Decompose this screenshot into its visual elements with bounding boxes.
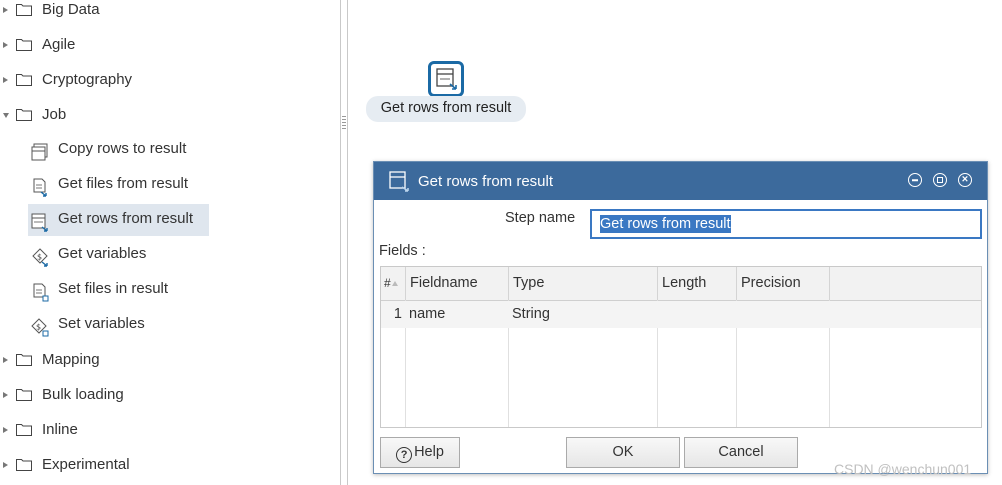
- tree-category-experimental[interactable]: Experimental: [0, 448, 330, 482]
- collapse-arrow-icon[interactable]: [3, 113, 9, 118]
- maximize-icon: [937, 177, 943, 183]
- dialog-title: Get rows from result: [418, 173, 554, 190]
- table-header: # Fieldname Type Length Precision: [381, 267, 981, 301]
- folder-icon: [16, 459, 32, 471]
- step-dialog: Get rows from result × Step name Get row…: [373, 161, 988, 474]
- tree-item-get-rows-from-result[interactable]: Get rows from result: [28, 204, 209, 236]
- tree-item-get-files-from-result[interactable]: Get files from result: [28, 169, 208, 201]
- tree-item-copy-rows-to-result[interactable]: Copy rows to result: [28, 134, 208, 166]
- tree-category-bulk-loading[interactable]: Bulk loading: [0, 378, 330, 412]
- tree-item-get-variables[interactable]: $ Get variables: [28, 239, 208, 271]
- column-header-fieldname[interactable]: Fieldname: [406, 267, 509, 300]
- help-button[interactable]: ? Help: [380, 437, 460, 468]
- tree-category-label: Experimental: [42, 456, 130, 473]
- canvas-step-icon[interactable]: [428, 61, 464, 97]
- tree-category-label: Agile: [42, 36, 76, 53]
- tree-category-label: Job: [42, 106, 67, 123]
- column-header-precision[interactable]: Precision: [737, 267, 830, 300]
- folder-icon: [16, 39, 32, 51]
- get-rows-icon: [389, 171, 409, 192]
- tree-category-label: Big Data: [42, 1, 100, 18]
- expand-arrow-icon[interactable]: [3, 392, 8, 398]
- column-header-label: #: [384, 276, 391, 290]
- tree-category-label: Inline: [42, 421, 78, 438]
- folder-icon: [16, 389, 32, 401]
- fieldname-cell[interactable]: name: [409, 301, 445, 328]
- tree-item-label: Copy rows to result: [58, 140, 187, 157]
- tree-category-job[interactable]: Job: [0, 98, 330, 132]
- set-variables-icon: $: [31, 318, 49, 337]
- tree-item-label: Get variables: [58, 245, 147, 262]
- svg-text:$: $: [36, 323, 41, 332]
- tree-item-set-files-in-result[interactable]: Set files in result: [28, 274, 208, 306]
- table-row[interactable]: 1 name String: [381, 301, 981, 328]
- minimize-icon: [912, 179, 918, 181]
- close-icon: ×: [961, 173, 969, 186]
- expand-arrow-icon[interactable]: [3, 462, 8, 468]
- panel-splitter[interactable]: [340, 0, 348, 485]
- folder-icon: [16, 74, 32, 86]
- folder-icon: [16, 109, 32, 121]
- close-button[interactable]: ×: [958, 173, 972, 187]
- step-palette-tree: Big Data Agile Cryptography Job Copy row…: [0, 0, 338, 485]
- dialog-title-bar[interactable]: Get rows from result ×: [374, 162, 987, 200]
- tree-item-label: Set variables: [58, 315, 145, 332]
- tree-item-label: Set files in result: [58, 280, 169, 297]
- step-name-label: Step name: [505, 210, 576, 226]
- fields-table: # Fieldname Type Length Precision 1 name…: [380, 266, 982, 428]
- cancel-button[interactable]: Cancel: [684, 437, 798, 468]
- tree-item-set-variables[interactable]: $ Set variables: [28, 309, 208, 341]
- expand-arrow-icon[interactable]: [3, 42, 8, 48]
- tree-item-label: Get files from result: [58, 175, 189, 192]
- folder-icon: [16, 354, 32, 366]
- folder-icon: [16, 4, 32, 16]
- tree-category-inline[interactable]: Inline: [0, 413, 330, 447]
- column-header-length[interactable]: Length: [658, 267, 737, 300]
- maximize-button[interactable]: [933, 173, 947, 187]
- watermark: CSDN @wenchun001: [834, 461, 972, 477]
- set-files-icon: [33, 283, 49, 302]
- canvas-step-label[interactable]: Get rows from result: [366, 96, 526, 122]
- folder-icon: [16, 424, 32, 436]
- step-name-value: Get rows from result: [600, 215, 731, 233]
- get-rows-icon: [31, 213, 48, 232]
- get-variables-icon: $: [32, 248, 48, 267]
- help-label: Help: [414, 444, 444, 460]
- expand-arrow-icon[interactable]: [3, 77, 8, 83]
- copy-rows-icon: [31, 143, 48, 161]
- fields-label: Fields :: [379, 243, 426, 259]
- tree-category-label: Mapping: [42, 351, 100, 368]
- tree-category-agile[interactable]: Agile: [0, 28, 330, 62]
- column-header-type[interactable]: Type: [509, 267, 658, 300]
- tree-category-cryptography[interactable]: Cryptography: [0, 63, 330, 97]
- expand-arrow-icon[interactable]: [3, 357, 8, 363]
- svg-text:$: $: [37, 253, 42, 262]
- row-number: 1: [393, 306, 402, 322]
- tree-category-label: Bulk loading: [42, 386, 124, 403]
- tree-item-label: Get rows from result: [58, 210, 194, 227]
- tree-category-mapping[interactable]: Mapping: [0, 343, 330, 377]
- step-name-input[interactable]: Get rows from result: [590, 209, 982, 239]
- type-cell[interactable]: String: [512, 301, 550, 328]
- column-header-number[interactable]: #: [381, 267, 406, 300]
- minimize-button[interactable]: [908, 173, 922, 187]
- tree-category-big-data[interactable]: Big Data: [0, 0, 330, 27]
- get-rows-icon: [436, 68, 457, 90]
- splitter-grip-icon[interactable]: [342, 116, 346, 130]
- sort-arrow-icon: [391, 281, 398, 287]
- expand-arrow-icon[interactable]: [3, 427, 8, 433]
- ok-button[interactable]: OK: [566, 437, 680, 468]
- expand-arrow-icon[interactable]: [3, 7, 8, 13]
- help-icon: ?: [396, 447, 413, 463]
- tree-category-label: Cryptography: [42, 71, 133, 88]
- get-files-icon: [33, 178, 47, 197]
